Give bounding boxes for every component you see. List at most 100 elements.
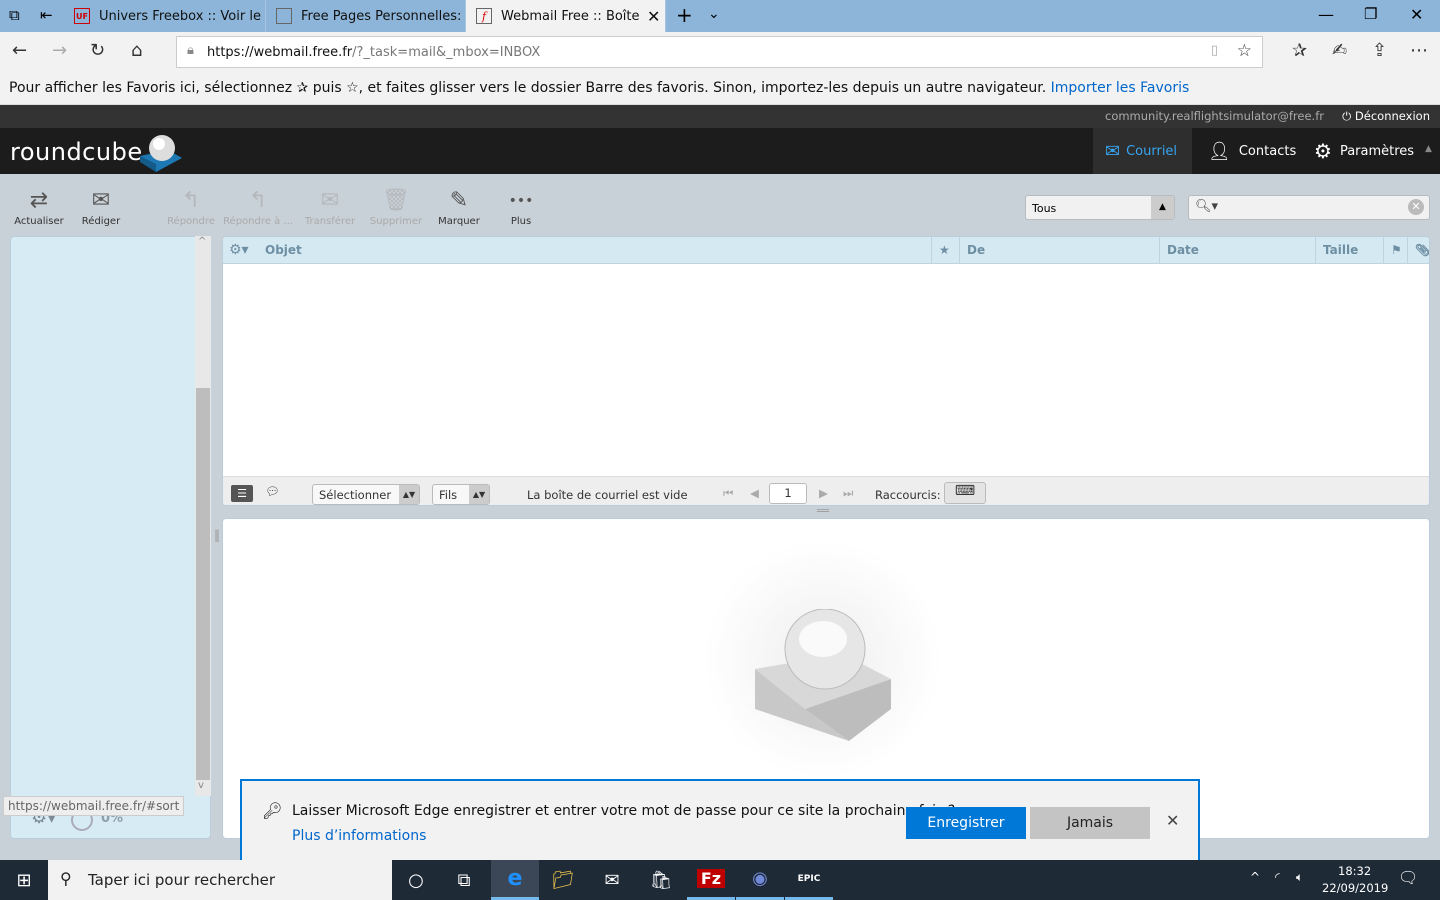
roundcube-logo: roundcube bbox=[10, 138, 143, 166]
forward-icon[interactable]: → bbox=[52, 40, 67, 61]
reply-all-icon: ↰ bbox=[248, 188, 268, 213]
tab-manager-icon[interactable]: ⧉ bbox=[9, 6, 20, 24]
save-password-button[interactable]: Enregistrer bbox=[906, 807, 1026, 839]
tab-webmail[interactable]: f Webmail Free :: Boîte de ✕ bbox=[466, 0, 666, 32]
tab-bar: ⧉ ⇤ UF Univers Freebox :: Voir le su Free… bbox=[0, 0, 1440, 32]
epic-games-icon[interactable]: EPIC bbox=[785, 860, 833, 900]
collapse-header-icon[interactable]: ▲ bbox=[1425, 144, 1432, 154]
import-favorites-link[interactable]: Importer les Favoris bbox=[1051, 80, 1190, 96]
close-tab-icon[interactable]: ✕ bbox=[647, 7, 660, 26]
reading-view-icon[interactable]: ▯ bbox=[1211, 43, 1218, 58]
clock-time[interactable]: 18:32 bbox=[1338, 864, 1371, 878]
show-hidden-icons[interactable]: ^ bbox=[1250, 870, 1260, 884]
never-button[interactable]: Jamais bbox=[1030, 807, 1150, 839]
new-tab-icon[interactable]: + bbox=[676, 3, 693, 27]
column-subject[interactable]: Objet bbox=[265, 243, 302, 257]
notifications-icon[interactable]: 🗨︎ bbox=[1398, 868, 1418, 887]
back-icon[interactable]: ← bbox=[12, 40, 27, 61]
url-input[interactable]: 🔒︎ https://webmail.free.fr/?_task=mail&_… bbox=[176, 36, 1263, 68]
filezilla-icon[interactable]: Fz bbox=[687, 860, 735, 900]
taskbar-search[interactable]: ⚲ Taper ici pour rechercher bbox=[48, 860, 392, 900]
tab-label: Univers Freebox :: Voir le su bbox=[99, 8, 266, 24]
windows-start-icon[interactable]: ⊞ bbox=[0, 860, 48, 900]
discord-icon[interactable]: ◉ bbox=[736, 860, 784, 900]
prev-page-icon[interactable]: ◀ bbox=[750, 486, 759, 500]
column-date[interactable]: Date bbox=[1159, 237, 1315, 264]
column-size[interactable]: Taille bbox=[1315, 237, 1383, 264]
chevron-down-icon[interactable]: ⌄ bbox=[708, 6, 720, 22]
close-dialog-icon[interactable]: ✕ bbox=[1166, 811, 1179, 830]
search-input[interactable]: 🔍︎▾ ✕ bbox=[1188, 195, 1430, 220]
nav-parametres[interactable]: ⚙ Paramètres bbox=[1302, 128, 1426, 174]
scroll-down-icon[interactable]: v bbox=[198, 780, 204, 791]
threads-view-icon[interactable]: 💬︎ bbox=[265, 484, 280, 498]
mark-button[interactable]: ✎ Marquer bbox=[434, 186, 484, 227]
home-icon[interactable]: ⌂ bbox=[131, 40, 142, 61]
flag-icon[interactable]: ⚑ bbox=[1383, 237, 1407, 264]
favorites-icon[interactable]: ✰ bbox=[1292, 40, 1307, 61]
taskbar-search-placeholder: Taper ici pour rechercher bbox=[88, 871, 276, 889]
close-window-icon[interactable]: ✕ bbox=[1410, 5, 1423, 24]
share-icon[interactable]: ⇪ bbox=[1372, 40, 1387, 61]
attachment-icon[interactable]: 📎︎ bbox=[1407, 237, 1429, 264]
list-options-gear-icon[interactable]: ⚙▾ bbox=[229, 242, 249, 258]
column-from[interactable]: De bbox=[959, 237, 1159, 264]
reply-all-button[interactable]: ↰ Répondre à ... bbox=[222, 186, 294, 227]
marker-icon: ✎ bbox=[449, 188, 469, 213]
task-view-icon[interactable]: ⧉ bbox=[440, 860, 488, 900]
select-dropdown[interactable]: Sélectionner ▲▼ bbox=[312, 484, 420, 505]
logout-button[interactable]: ⏻ Déconnexion bbox=[1342, 109, 1430, 124]
first-page-icon[interactable]: ⏮ bbox=[723, 486, 733, 501]
keyboard-icon[interactable]: ⌨ bbox=[944, 482, 986, 504]
tab-univers-freebox[interactable]: UF Univers Freebox :: Voir le su bbox=[64, 0, 266, 32]
restore-icon[interactable]: ❐ bbox=[1364, 5, 1377, 23]
minimize-icon[interactable]: — bbox=[1318, 5, 1334, 24]
file-explorer-icon[interactable]: 📁︎ bbox=[539, 860, 587, 900]
list-view-icon[interactable]: ☰ bbox=[231, 485, 253, 502]
delete-button[interactable]: 🗑 Supprimer bbox=[367, 186, 425, 227]
status-url-tooltip: https://webmail.free.fr/#sort bbox=[3, 796, 185, 816]
more-button[interactable]: ••• Plus bbox=[502, 186, 540, 227]
filter-select[interactable]: Tous ▲ bbox=[1025, 195, 1175, 220]
compose-button[interactable]: ✉ Rédiger bbox=[76, 186, 126, 227]
button-label: Répondre à ... bbox=[223, 216, 293, 227]
splitter-handle[interactable]: ‖ bbox=[214, 528, 220, 542]
flag-star-icon[interactable]: ★ bbox=[931, 237, 959, 264]
cortana-icon[interactable]: ○ bbox=[392, 860, 440, 900]
favicon-icon: f bbox=[476, 8, 492, 24]
nav-contacts[interactable]: 👤︎ Contacts bbox=[1196, 128, 1308, 174]
select-label: Sélectionner bbox=[319, 488, 392, 502]
scroll-up-icon[interactable]: ^ bbox=[198, 236, 206, 247]
network-icon[interactable]: ◜ bbox=[1275, 870, 1280, 884]
message-list-header: ⚙▾ Objet ★ De Date Taille ⚑ 📎︎ bbox=[223, 237, 1429, 264]
scrollbar-thumb[interactable] bbox=[196, 388, 210, 780]
last-page-icon[interactable]: ⏭ bbox=[843, 486, 853, 501]
more-info-link[interactable]: Plus d’informations bbox=[292, 828, 426, 844]
more-icon[interactable]: ⋯ bbox=[1410, 40, 1428, 61]
message-list-footer: ☰ 💬︎ Sélectionner ▲▼ Fils ▲▼ La boîte de c… bbox=[223, 476, 1429, 505]
refresh-icon[interactable]: ↻ bbox=[90, 40, 105, 61]
nav-courriel[interactable]: ✉ Courriel bbox=[1093, 128, 1192, 174]
volume-icon[interactable]: 🔈︎ bbox=[1296, 870, 1303, 885]
empty-mailbox-text: La boîte de courriel est vide bbox=[527, 488, 688, 502]
star-icon[interactable]: ☆ bbox=[1237, 41, 1252, 61]
pane-resize-handle[interactable]: ══ bbox=[817, 506, 829, 517]
store-icon[interactable]: 🛍︎ bbox=[637, 860, 685, 900]
mail-app-icon[interactable]: ✉ bbox=[588, 860, 636, 900]
clock-date[interactable]: 22/09/2019 bbox=[1322, 881, 1388, 895]
next-page-icon[interactable]: ▶ bbox=[819, 486, 828, 500]
clear-search-icon[interactable]: ✕ bbox=[1408, 199, 1424, 215]
reply-icon: ↰ bbox=[181, 188, 201, 213]
trash-icon: 🗑 bbox=[382, 188, 410, 213]
tab-free-pages[interactable]: Free Pages Personnelles: Err bbox=[266, 0, 466, 32]
forward-button[interactable]: ✉ Transférer bbox=[302, 186, 358, 227]
notes-icon[interactable]: ✍ bbox=[1332, 40, 1347, 61]
refresh-button[interactable]: ⇄ Actualiser bbox=[12, 186, 66, 227]
set-aside-tabs-icon[interactable]: ⇤ bbox=[40, 6, 53, 24]
search-icon[interactable]: 🔍︎▾ bbox=[1195, 199, 1218, 214]
page-number-input[interactable]: 1 bbox=[769, 483, 807, 504]
url-host: https://webmail.free.fr bbox=[207, 44, 353, 60]
reply-button[interactable]: ↰ Répondre bbox=[165, 186, 217, 227]
threads-dropdown[interactable]: Fils ▲▼ bbox=[432, 484, 490, 505]
edge-icon[interactable]: e bbox=[491, 860, 539, 900]
